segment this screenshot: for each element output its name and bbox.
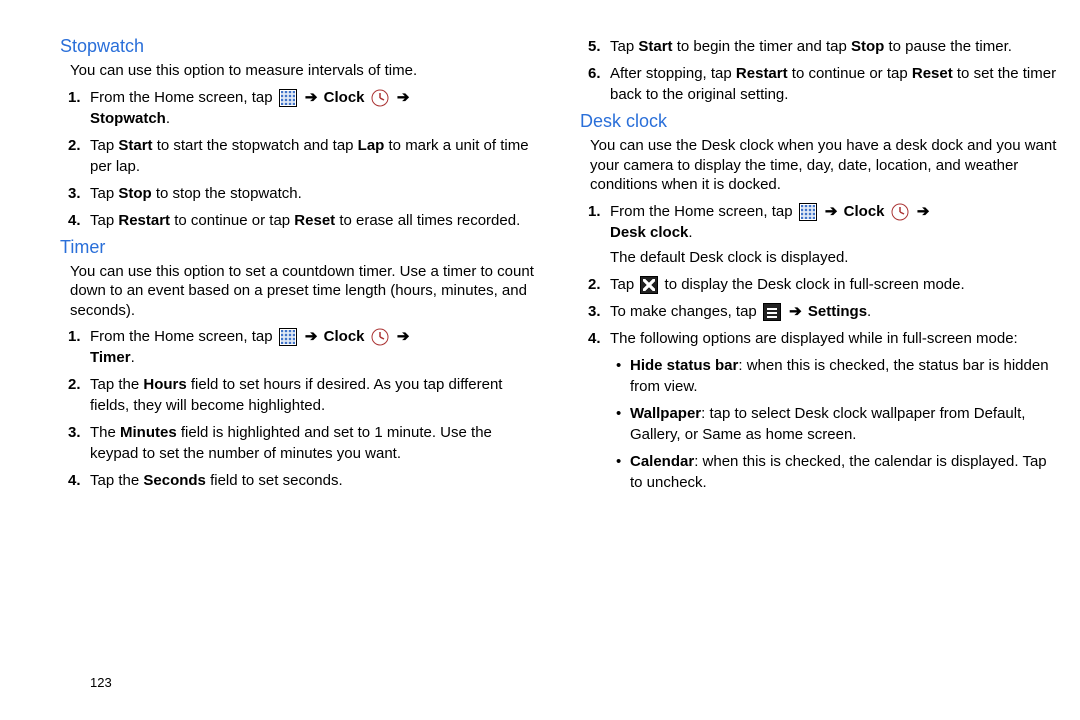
right-column: Tap Start to begin the timer and tap Sto… [560, 30, 1060, 700]
expand-icon [640, 276, 658, 294]
list-item: After stopping, tap Restart to continue … [610, 63, 1060, 105]
list-item: Tap the Hours field to set hours if desi… [90, 374, 540, 416]
timer-heading: Timer [60, 237, 540, 258]
list-item: Wallpaper: tap to select Desk clock wall… [630, 403, 1060, 445]
apps-icon [799, 203, 817, 221]
stopwatch-steps: From the Home screen, tap ➔ Clock ➔ Stop… [60, 87, 540, 231]
list-item: To make changes, tap ➔ Settings. [610, 301, 1060, 322]
stopwatch-heading: Stopwatch [60, 36, 540, 57]
list-item: Calendar: when this is checked, the cale… [630, 451, 1060, 493]
list-item: Tap Stop to stop the stopwatch. [90, 183, 540, 204]
clock-icon [371, 89, 389, 107]
menu-icon [763, 303, 781, 321]
arrow-icon: ➔ [303, 89, 320, 106]
arrow-icon: ➔ [915, 203, 932, 220]
list-item: The Minutes field is highlighted and set… [90, 422, 540, 464]
left-column: Stopwatch You can use this option to mea… [60, 30, 560, 700]
arrow-icon: ➔ [823, 203, 840, 220]
arrow-icon: ➔ [303, 328, 320, 345]
apps-icon [279, 328, 297, 346]
list-item: From the Home screen, tap ➔ Clock ➔ Time… [90, 326, 540, 368]
list-item: From the Home screen, tap ➔ Clock ➔ Stop… [90, 87, 540, 129]
list-item: Tap the Seconds field to set seconds. [90, 470, 540, 491]
deskclock-intro: You can use the Desk clock when you have… [590, 136, 1060, 195]
timer-intro: You can use this option to set a countdo… [70, 262, 540, 321]
list-item: Tap to display the Desk clock in full-sc… [610, 274, 1060, 295]
list-item: From the Home screen, tap ➔ Clock ➔ Desk… [610, 201, 1060, 268]
arrow-icon: ➔ [395, 328, 412, 345]
deskclock-options: Hide status bar: when this is checked, t… [610, 355, 1060, 493]
list-item: Tap Start to start the stopwatch and tap… [90, 135, 540, 177]
list-item: Hide status bar: when this is checked, t… [630, 355, 1060, 397]
deskclock-steps: From the Home screen, tap ➔ Clock ➔ Desk… [580, 201, 1060, 493]
clock-icon [891, 203, 909, 221]
timer-steps: From the Home screen, tap ➔ Clock ➔ Time… [60, 326, 540, 491]
timer-steps-continued: Tap Start to begin the timer and tap Sto… [580, 36, 1060, 105]
list-item: The following options are displayed whil… [610, 328, 1060, 493]
list-item: Tap Start to begin the timer and tap Sto… [610, 36, 1060, 57]
manual-page: Stopwatch You can use this option to mea… [0, 0, 1080, 720]
arrow-icon: ➔ [787, 303, 804, 320]
list-item: Tap Restart to continue or tap Reset to … [90, 210, 540, 231]
stopwatch-intro: You can use this option to measure inter… [70, 61, 540, 81]
clock-icon [371, 328, 389, 346]
page-number: 123 [90, 675, 112, 690]
arrow-icon: ➔ [395, 89, 412, 106]
apps-icon [279, 89, 297, 107]
deskclock-heading: Desk clock [580, 111, 1060, 132]
